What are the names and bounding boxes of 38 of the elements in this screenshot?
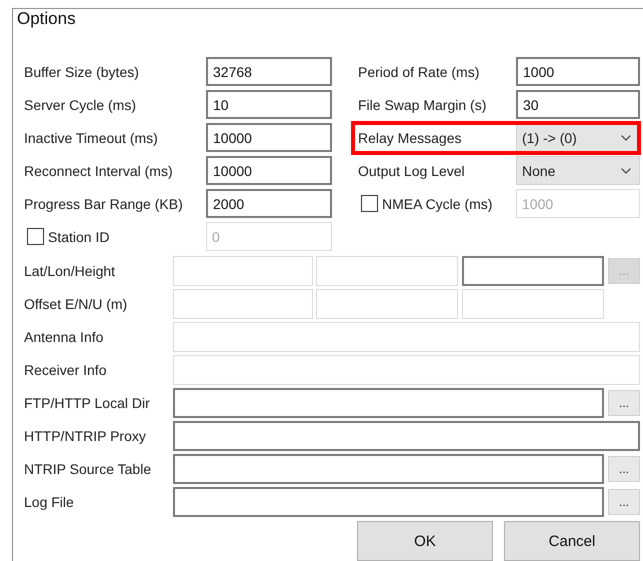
field-label: Relay Messages — [358, 130, 462, 146]
input-field[interactable]: 10000 — [206, 123, 332, 152]
dropdown[interactable]: None — [516, 156, 640, 185]
input-field[interactable]: 1000 — [516, 57, 640, 86]
input-field[interactable] — [173, 487, 604, 517]
field-label: Progress Bar Range (KB) — [24, 196, 184, 212]
field-label: Offset E/N/U (m) — [24, 296, 128, 312]
input-field[interactable] — [173, 421, 640, 451]
input-field[interactable] — [462, 256, 604, 286]
browse-button[interactable]: ... — [608, 489, 640, 515]
field-label: FTP/HTTP Local Dir — [24, 395, 151, 411]
field-label: NTRIP Source Table — [24, 461, 152, 477]
field-label: Buffer Size (bytes) — [24, 64, 140, 80]
field-label: Antenna Info — [24, 329, 104, 345]
input-field[interactable] — [173, 454, 604, 484]
input-field[interactable]: 32768 — [206, 57, 332, 86]
input-field[interactable] — [173, 388, 604, 418]
field-label: Reconnect Interval (ms) — [24, 162, 174, 178]
field-label: Inactive Timeout (ms) — [24, 130, 159, 146]
field-label: Receiver Info — [24, 362, 108, 378]
field-label: HTTP/NTRIP Proxy — [24, 428, 147, 444]
field-label: Period of Rate (ms) — [358, 64, 480, 80]
field-label: File Swap Margin (s) — [358, 96, 486, 112]
input-field[interactable]: 10 — [206, 90, 332, 119]
field-label: Output Log Level — [358, 162, 465, 178]
dialog-button[interactable]: OK — [357, 521, 493, 561]
window-title: Options — [17, 9, 77, 30]
field-label: Lat/Lon/Height — [24, 263, 116, 279]
browse-button[interactable]: ... — [608, 456, 640, 482]
checkbox-label: Station ID — [48, 228, 110, 244]
field-label: Log File — [24, 494, 75, 510]
checkbox-label: NMEA Cycle (ms) — [382, 196, 492, 212]
input-field[interactable]: 30 — [516, 90, 640, 119]
dialog-button[interactable]: Cancel — [504, 521, 640, 561]
browse-button[interactable]: ... — [608, 390, 640, 416]
input-field[interactable]: 2000 — [206, 189, 332, 218]
field-label: Server Cycle (ms) — [24, 96, 138, 112]
input-field[interactable]: 10000 — [206, 156, 332, 185]
